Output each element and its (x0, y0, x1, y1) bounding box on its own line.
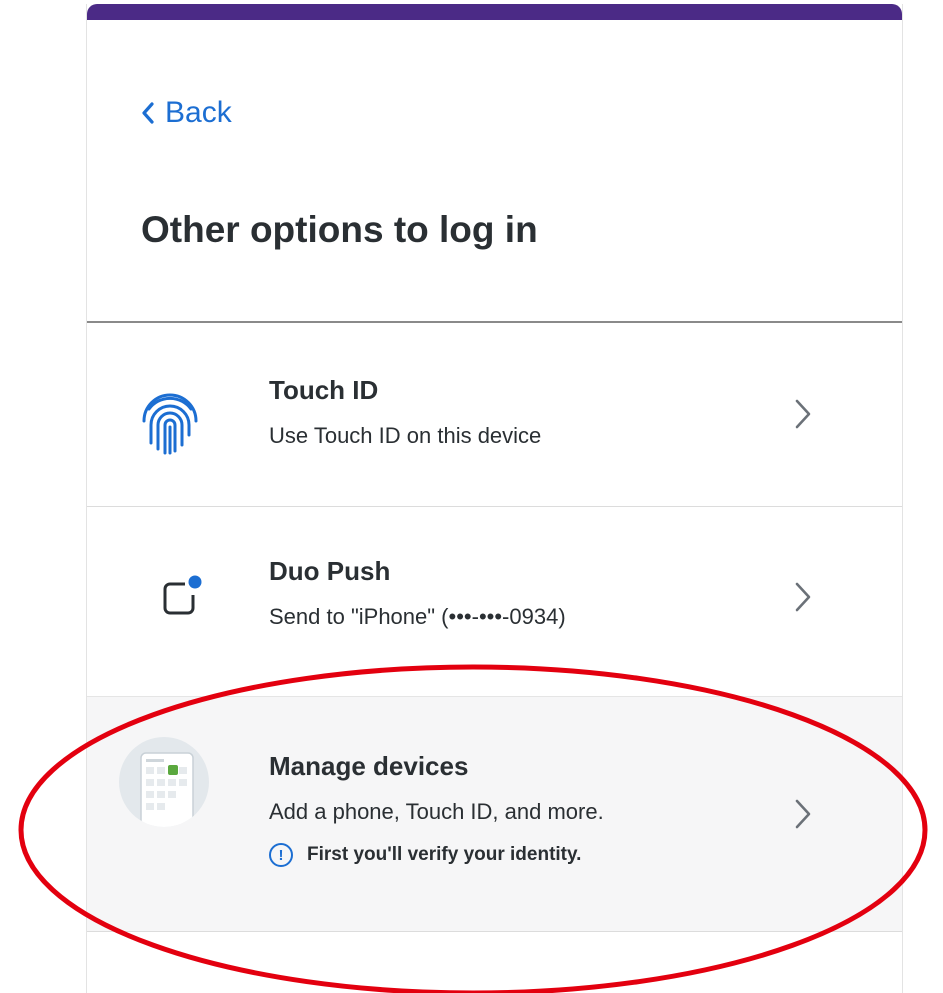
chevron-right-icon (795, 582, 811, 612)
option-title: Manage devices (269, 751, 469, 781)
option-touch-id[interactable]: Touch ID Use Touch ID on this device (87, 323, 902, 507)
back-link[interactable]: Back (141, 96, 232, 130)
verify-identity-note: ! First you'll verify your identity. (269, 843, 581, 867)
option-title: Touch ID (269, 375, 379, 405)
verify-note-text: First you'll verify your identity. (307, 844, 582, 865)
option-duo-push[interactable]: Duo Push Send to "iPhone" (•••-•••-0934) (87, 506, 902, 697)
chevron-right-icon (795, 799, 811, 829)
page-title: Other options to log in (141, 209, 538, 250)
fingerprint-icon (142, 393, 198, 455)
option-title: Duo Push (269, 556, 391, 586)
chevron-right-icon (795, 399, 811, 429)
option-subtitle: Use Touch ID on this device (269, 423, 542, 448)
chevron-left-icon (142, 102, 154, 124)
login-options-card: Back Other options to log in Touch ID Us… (86, 4, 903, 993)
brand-top-bar (87, 4, 902, 20)
info-icon: ! (269, 843, 293, 867)
option-manage-devices[interactable]: Manage devices Add a phone, Touch ID, an… (87, 696, 902, 932)
option-subtitle: Send to "iPhone" (•••-•••-0934) (269, 604, 566, 629)
option-subtitle: Add a phone, Touch ID, and more. (269, 799, 604, 824)
back-label: Back (165, 96, 232, 129)
push-notification-icon (163, 575, 202, 615)
device-manager-illustration (119, 737, 209, 827)
